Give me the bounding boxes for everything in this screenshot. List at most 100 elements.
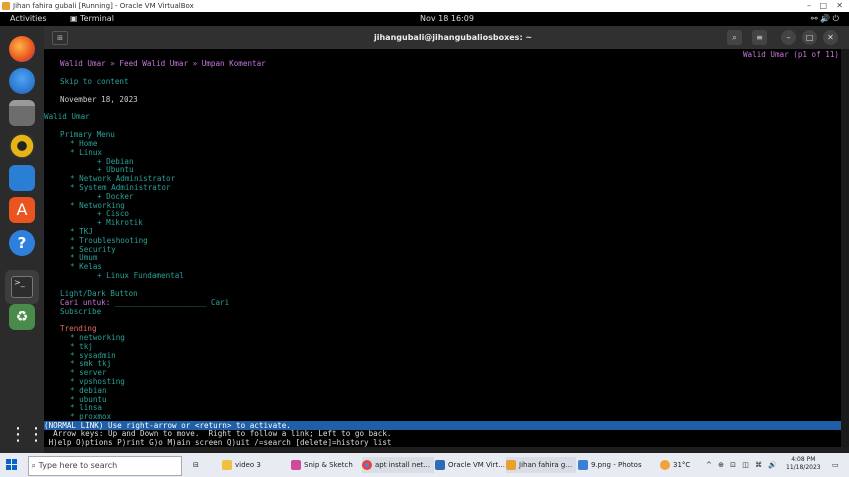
taskbar-item-vm[interactable]: Jihan fahira g... <box>506 457 577 473</box>
task-view-icon[interactable]: ⊟ <box>193 457 199 473</box>
search-icon[interactable]: ⌕ <box>727 30 742 45</box>
writer-icon[interactable] <box>9 165 35 191</box>
trending-item[interactable]: * networking <box>70 333 125 342</box>
virtualbox-icon <box>2 2 10 10</box>
taskbar-time: 4:08 PM <box>791 456 816 463</box>
activities-button[interactable]: Activities <box>10 12 47 26</box>
menu-item[interactable]: * Troubleshooting <box>70 236 148 245</box>
trending-item[interactable]: * tkj <box>70 342 93 351</box>
maximize-icon[interactable]: □ <box>819 0 827 12</box>
network-icon: ⚯ <box>810 14 818 23</box>
taskbar-item-label: 9.png - Photos <box>591 461 642 469</box>
windows-taskbar: ⌕ Type here to search ⊟ video 3 Snip & S… <box>0 453 849 477</box>
close-icon[interactable]: ✕ <box>836 0 843 12</box>
new-tab-icon[interactable]: ⊞ <box>52 31 68 45</box>
menu-item[interactable]: + Cisco <box>97 209 129 218</box>
menu-item[interactable]: + Mikrotik <box>97 218 143 227</box>
menu-item[interactable]: + Debian <box>97 157 134 166</box>
menu-item[interactable]: * Kelas <box>70 262 102 271</box>
skip-link[interactable]: Skip to content <box>60 77 129 86</box>
post-date: November 18, 2023 <box>60 95 138 104</box>
menu-item[interactable]: * TKJ <box>70 227 93 236</box>
window-title: Jihan fahira gubali [Running] - Oracle V… <box>13 2 194 10</box>
virtualbox-title-bar: Jihan fahira gubali [Running] - Oracle V… <box>0 0 849 12</box>
thunderbird-icon[interactable] <box>9 68 35 94</box>
notification-icon[interactable]: ▭ <box>832 457 839 473</box>
trending-item[interactable]: * vpshosting <box>70 377 125 386</box>
menu-item[interactable]: * Home <box>70 139 97 148</box>
trending-item[interactable]: * debian <box>70 386 107 395</box>
windows-start-icon[interactable] <box>6 459 18 471</box>
search-button[interactable]: Cari <box>211 298 229 307</box>
show-apps-icon[interactable]: ⋮⋮ <box>9 422 45 448</box>
trending-item[interactable]: * server <box>70 368 107 377</box>
system-tray[interactable]: ⚯ 🔊 ⏻ <box>811 12 839 26</box>
files-icon[interactable] <box>9 100 35 126</box>
terminal-maximize-icon[interactable]: □ <box>802 30 817 45</box>
light-dark-button[interactable]: Light/Dark Button <box>60 289 138 298</box>
taskbar-item-chrome[interactable]: apt install net... <box>362 457 435 473</box>
trending-item[interactable]: * ubuntu <box>70 395 107 404</box>
rhythmbox-icon[interactable] <box>9 133 35 159</box>
minimize-icon[interactable]: – <box>807 0 811 12</box>
terminal-close-icon[interactable]: ✕ <box>823 30 838 45</box>
weather-temp: 31°C <box>673 461 691 469</box>
help-icon[interactable]: ? <box>9 230 35 256</box>
taskbar-item-label: Oracle VM Virt... <box>448 461 505 469</box>
power-icon: ⏻ <box>832 14 839 23</box>
trending-title: Trending <box>60 324 97 333</box>
subscribe-link[interactable]: Subscribe <box>60 307 101 316</box>
weather-widget[interactable]: 31°C <box>660 457 690 473</box>
taskbar-item-snip[interactable]: Snip & Sketch <box>291 457 353 473</box>
search-field[interactable]: ____________________ <box>115 298 206 307</box>
weather-icon <box>660 460 670 470</box>
virtualbox-taskbar-icon <box>435 460 445 470</box>
volume-icon: 🔊 <box>820 14 831 23</box>
trending-item[interactable]: * sysadmin <box>70 351 116 360</box>
trending-item[interactable]: * proxmox <box>70 412 111 421</box>
taskbar-item-label: Snip & Sketch <box>304 461 353 469</box>
lynx-screen: Walid Umar » Feed Walid Umar » Umpan Kom… <box>44 49 841 447</box>
gnome-top-bar: Activities ▣ Terminal Nov 18 16:09 ⚯ 🔊 ⏻ <box>0 12 849 26</box>
folder-icon <box>222 460 232 470</box>
menu-item[interactable]: * Linux <box>70 148 102 157</box>
system-tray-icons[interactable]: ^ ⊕ ⊡ ◫ ⌘ 🔊 <box>706 457 779 473</box>
menu-item[interactable]: * Network Administrator <box>70 174 175 183</box>
menu-item[interactable]: + Docker <box>97 192 134 201</box>
photos-icon <box>578 460 588 470</box>
page-indicator: Walid Umar (p1 of 11) <box>742 50 839 59</box>
taskbar-item-video[interactable]: video 3 <box>222 457 261 473</box>
menu-item[interactable]: * Security <box>70 245 116 254</box>
terminal-dock-active[interactable]: >_ <box>5 270 39 304</box>
menu-item[interactable]: + Linux Fundamental <box>97 271 184 280</box>
app-name: Terminal <box>80 14 114 23</box>
taskbar-item-label: Jihan fahira g... <box>519 461 573 469</box>
terminal-scrollbar[interactable] <box>841 49 849 447</box>
menu-item[interactable]: * Umum <box>70 253 97 262</box>
help-line: H)elp O)ptions P)rint G)o M)ain screen Q… <box>44 437 392 447</box>
taskbar-search-placeholder: Type here to search <box>38 461 118 470</box>
terminal-icon: ▣ <box>70 14 81 23</box>
trending-item[interactable]: * linsa <box>70 403 102 412</box>
taskbar-item-vbox[interactable]: Oracle VM Virt... <box>435 457 505 473</box>
firefox-icon[interactable] <box>9 36 35 62</box>
search-row: Cari untuk: ____________________ Cari <box>60 298 229 307</box>
terminal-header-bar: ⊞ jihangubali@jihangubaliosboxes: ~ ⌕ ≡ … <box>44 26 849 49</box>
clock[interactable]: Nov 18 16:09 <box>420 12 474 26</box>
terminal-minimize-icon[interactable]: – <box>781 30 796 45</box>
menu-item[interactable]: * System Administrator <box>70 183 171 192</box>
software-icon[interactable]: A <box>9 197 35 223</box>
menu-item[interactable]: + Ubuntu <box>97 165 134 174</box>
taskbar-date: 11/18/2023 <box>786 464 821 471</box>
terminal-dock-icon: >_ <box>11 276 33 298</box>
trending-item[interactable]: * smk tkj <box>70 359 111 368</box>
taskbar-search[interactable]: ⌕ Type here to search <box>28 456 182 476</box>
hamburger-menu-icon[interactable]: ≡ <box>752 30 767 45</box>
taskbar-item-photos[interactable]: 9.png - Photos <box>578 457 642 473</box>
chrome-icon <box>362 460 372 470</box>
app-menu-terminal[interactable]: ▣ Terminal <box>70 12 114 26</box>
site-link[interactable]: Walid Umar <box>44 112 90 121</box>
trash-icon[interactable]: ♻ <box>9 304 35 330</box>
taskbar-clock[interactable]: 4:08 PM 11/18/2023 <box>786 456 821 472</box>
menu-item[interactable]: * Networking <box>70 201 125 210</box>
